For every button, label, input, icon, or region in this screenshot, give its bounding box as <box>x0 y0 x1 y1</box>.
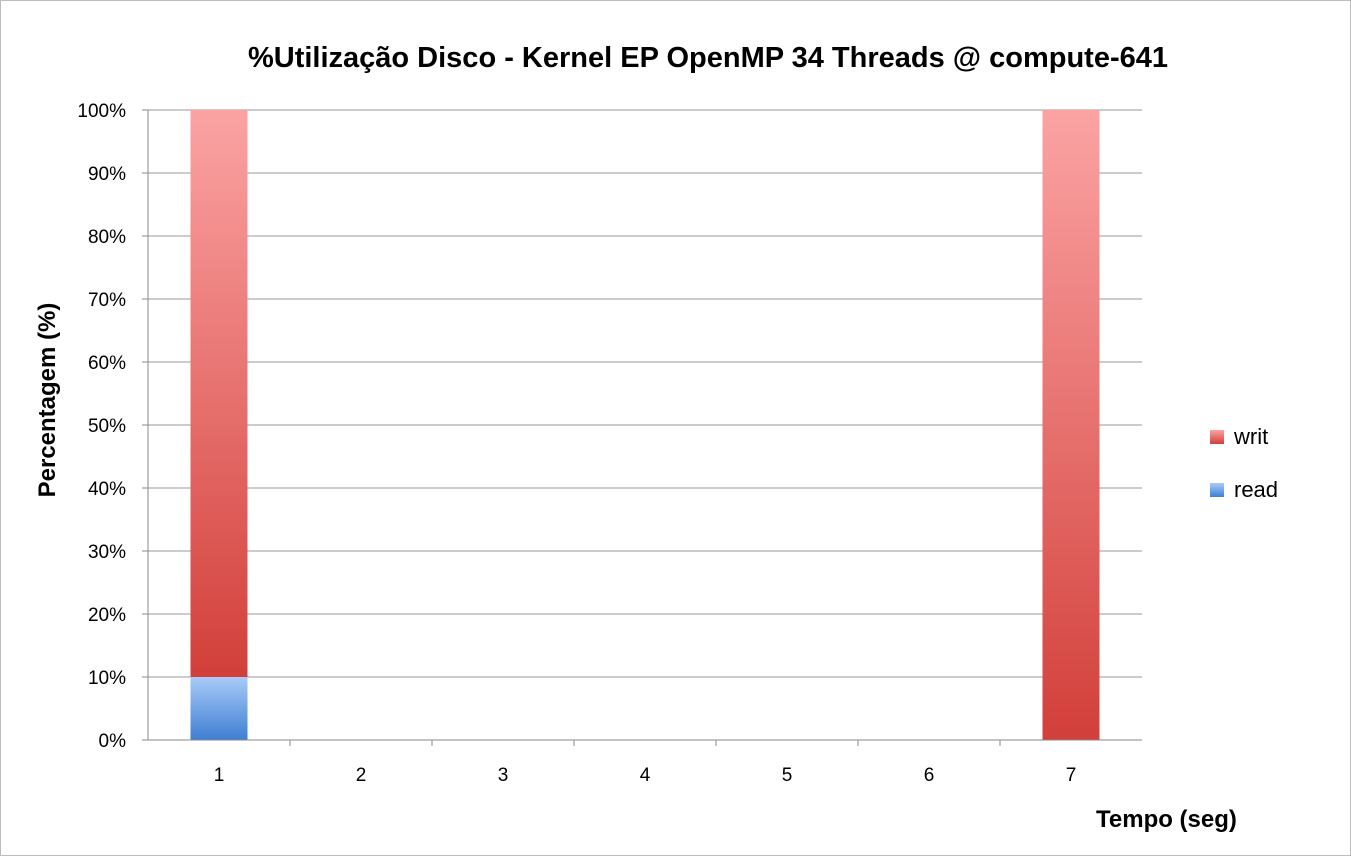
y-tick-label: 60% <box>88 353 126 374</box>
y-tick-label: 30% <box>88 542 126 563</box>
x-tick-label: 3 <box>498 765 509 786</box>
x-tick-label: 4 <box>640 765 651 786</box>
y-tick-label: 50% <box>88 416 126 437</box>
legend-item-writ: writ <box>1210 424 1269 449</box>
legend-item-read: read <box>1210 477 1279 502</box>
x-tick-label: 2 <box>356 765 367 786</box>
y-tick-label: 90% <box>88 164 126 185</box>
legend-swatch-read <box>1210 483 1224 497</box>
legend-label-read: read <box>1234 477 1279 502</box>
x-tick-label: 1 <box>214 765 225 786</box>
y-tick-label: 100% <box>77 101 126 122</box>
y-tick-label: 40% <box>88 479 126 500</box>
x-tick-label: 7 <box>1066 765 1077 786</box>
legend-label-writ: writ <box>1234 424 1269 449</box>
bar-writ-1 <box>190 110 248 677</box>
y-tick-label: 70% <box>88 290 126 311</box>
y-tick-label: 0% <box>99 731 127 752</box>
x-tick-label: 5 <box>782 765 793 786</box>
bar-writ-7 <box>1042 110 1100 740</box>
legend-swatch-writ <box>1210 430 1224 444</box>
y-tick-label: 20% <box>88 605 126 626</box>
bar-chart: 0% 10% 20% 30% 40% 50% 60% 70% 80% 90% 100% 1 2 3 4 5 6 7 <box>77 101 1142 786</box>
bar-read-1 <box>190 677 248 740</box>
x-tick-label: 6 <box>924 765 935 786</box>
y-tick-label: 80% <box>88 227 126 248</box>
y-tick-label: 10% <box>88 668 126 689</box>
